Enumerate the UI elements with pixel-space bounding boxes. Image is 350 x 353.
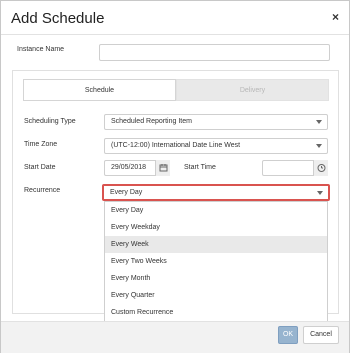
recurrence-select[interactable]: Every Day [102, 184, 330, 201]
start-date-label: Start Date [24, 164, 56, 171]
clock-icon[interactable] [313, 160, 328, 176]
close-icon[interactable]: × [332, 10, 339, 24]
tab-delivery[interactable]: Delivery [176, 79, 329, 101]
time-zone-value: (UTC-12:00) International Date Line West [111, 142, 241, 149]
recurrence-option-every-day[interactable]: Every Day [105, 202, 327, 219]
recurrence-option-every-two-weeks[interactable]: Every Two Weeks [105, 253, 327, 270]
recurrence-option-custom-recurrence[interactable]: Custom Recurrence [105, 304, 327, 321]
chevron-down-icon [316, 120, 322, 124]
recurrence-option-every-week[interactable]: Every Week [105, 236, 327, 253]
recurrence-option-every-weekday[interactable]: Every Weekday [105, 219, 327, 236]
recurrence-dropdown: Every Day Every Weekday Every Week Every… [104, 201, 328, 322]
scheduling-type-label: Scheduling Type [24, 118, 76, 125]
calendar-icon[interactable] [155, 160, 170, 176]
dialog-header: Add Schedule × [1, 1, 349, 35]
start-date-input[interactable]: 29/05/2018 [104, 160, 170, 176]
time-zone-label: Time Zone [24, 141, 58, 148]
scheduling-type-value: Scheduled Reporting Item [111, 118, 192, 125]
dialog-title: Add Schedule [11, 10, 105, 27]
instance-name-input[interactable] [99, 44, 330, 61]
recurrence-option-every-month[interactable]: Every Month [105, 270, 327, 287]
start-time-label: Start Time [184, 164, 216, 171]
chevron-down-icon [316, 144, 322, 148]
scheduling-type-select[interactable]: Scheduled Reporting Item [104, 114, 328, 130]
recurrence-value: Every Day [110, 189, 143, 196]
recurrence-option-every-quarter[interactable]: Every Quarter [105, 287, 327, 304]
tab-schedule[interactable]: Schedule [23, 79, 176, 101]
cancel-button[interactable]: Cancel [303, 326, 339, 344]
instance-name-label: Instance Name [17, 46, 65, 53]
start-time-input[interactable] [262, 160, 328, 176]
start-date-value: 29/05/2018 [111, 164, 147, 171]
time-zone-select[interactable]: (UTC-12:00) International Date Line West [104, 138, 328, 154]
chevron-down-icon [317, 191, 323, 195]
ok-button[interactable]: OK [278, 326, 298, 344]
tab-bar: Schedule Delivery [23, 79, 329, 101]
add-schedule-dialog: Add Schedule × Instance Name Schedule De… [0, 0, 350, 353]
recurrence-label: Recurrence [24, 187, 61, 194]
